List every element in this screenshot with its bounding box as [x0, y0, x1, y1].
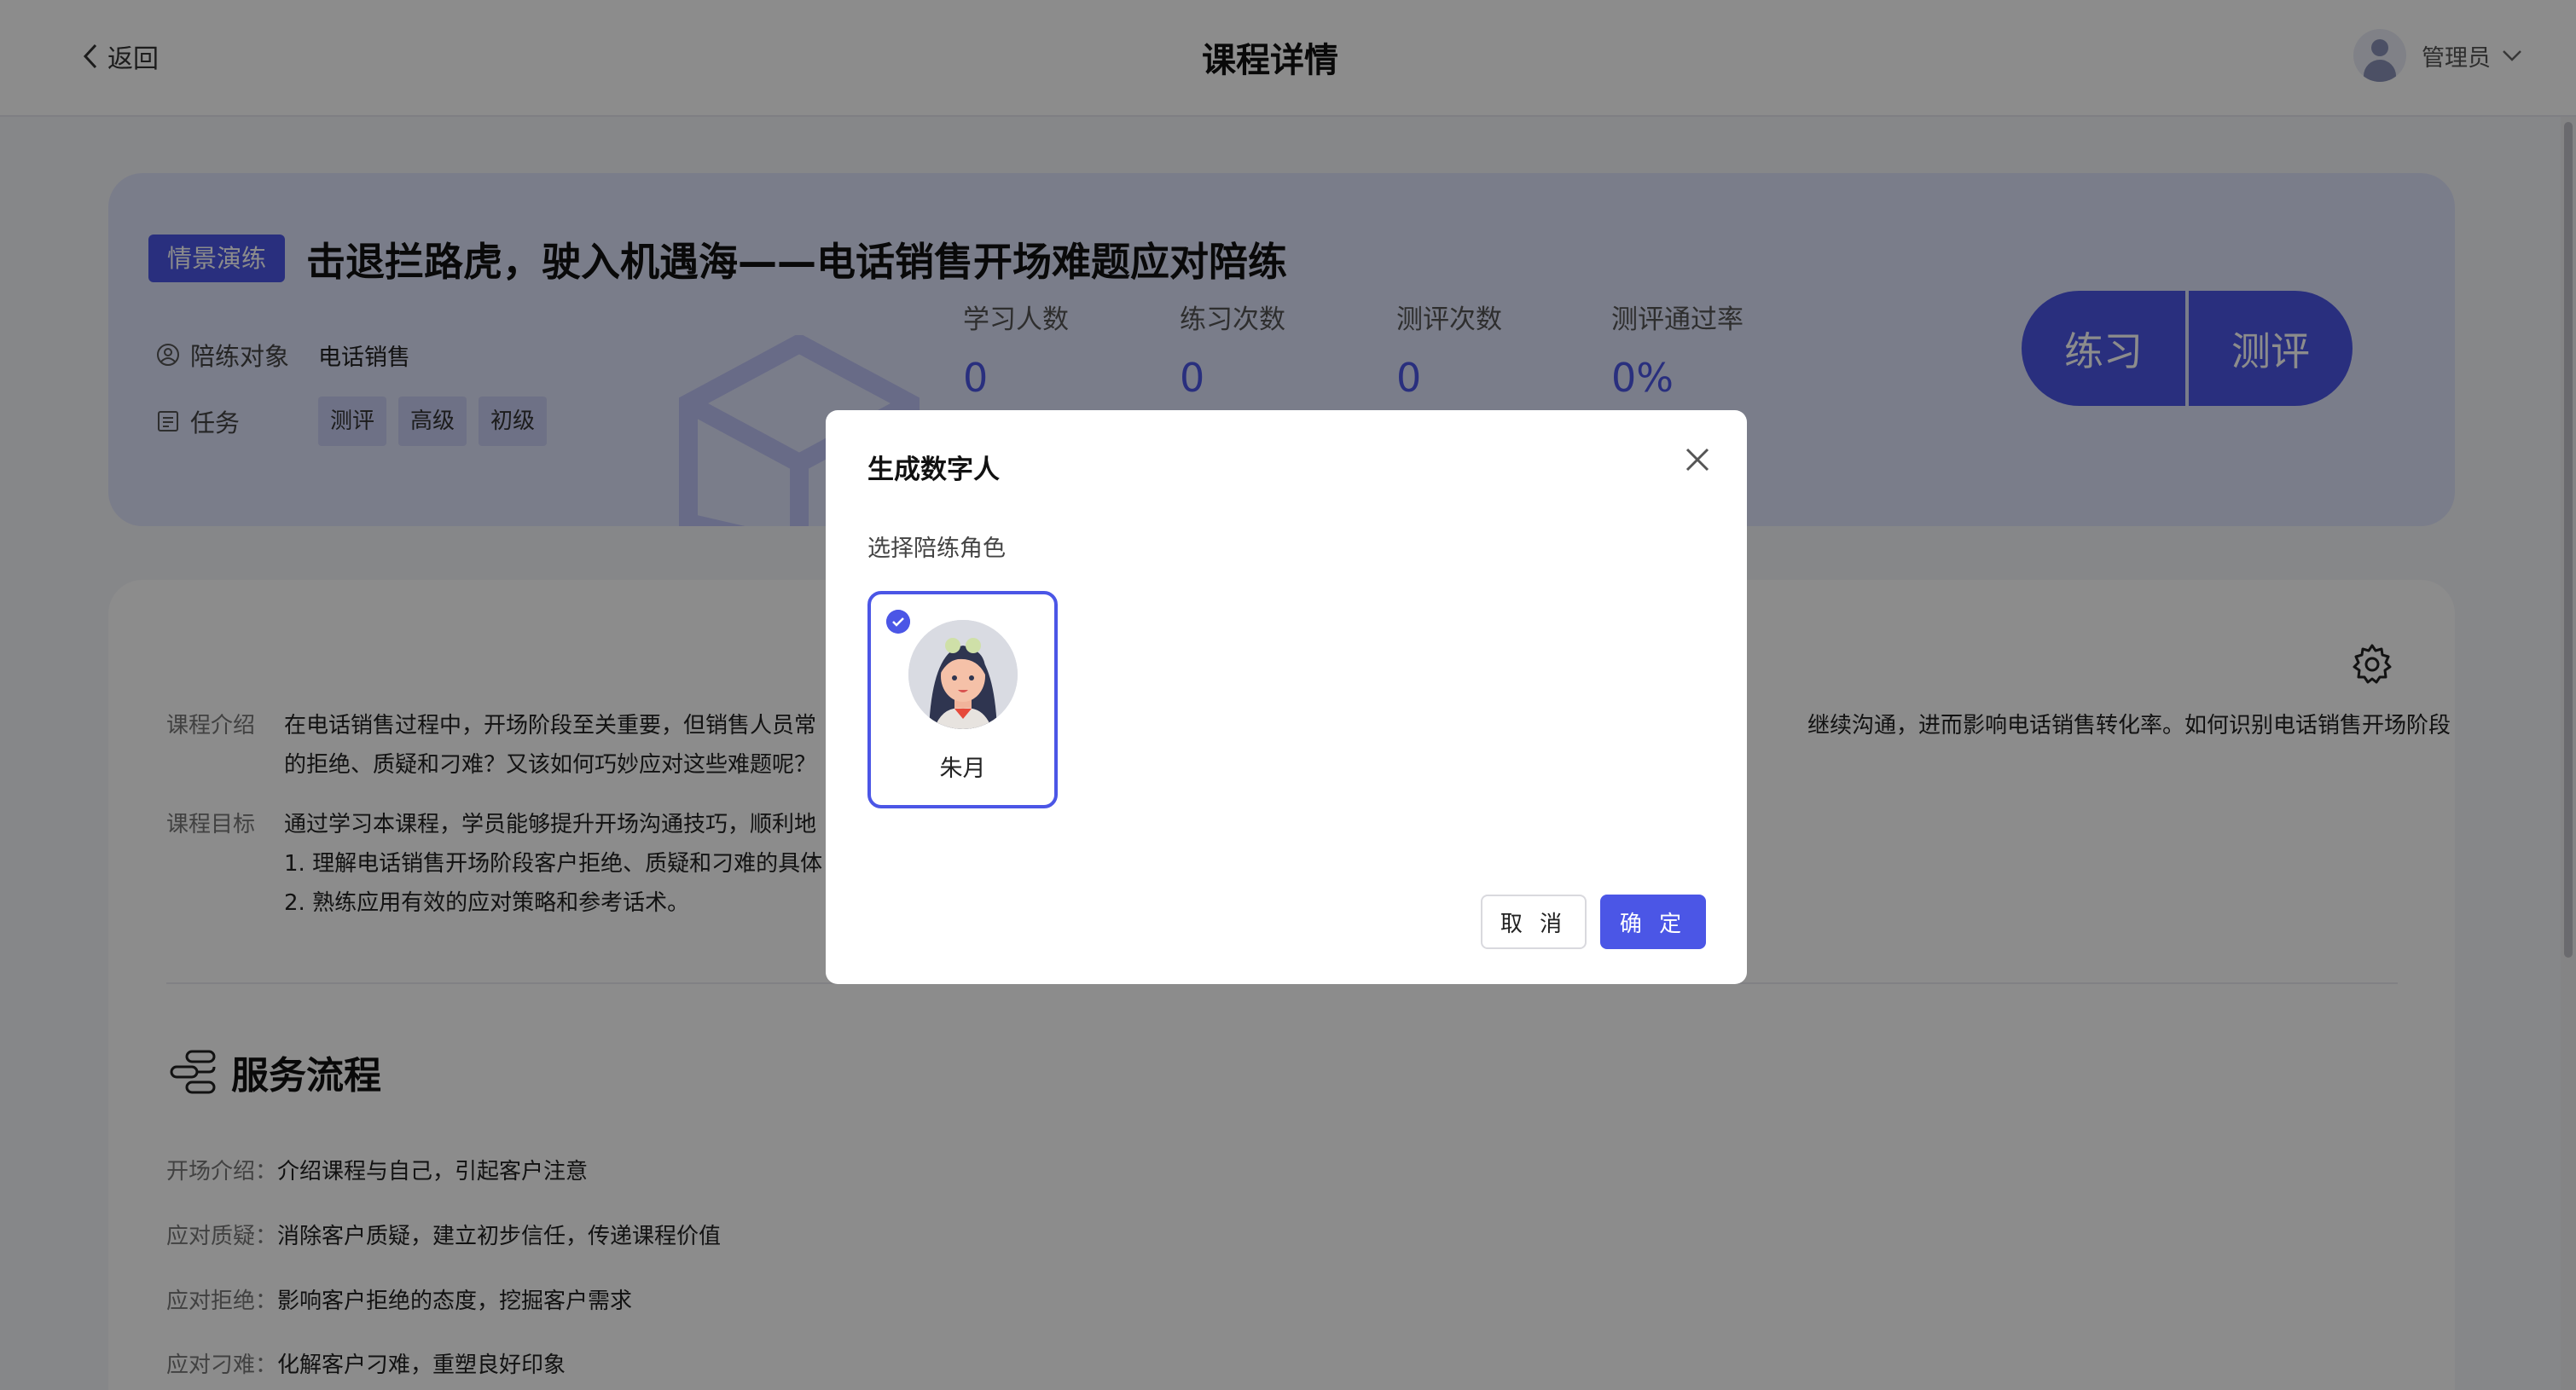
role-avatar	[908, 620, 1018, 729]
dialog-title: 生成数字人	[867, 455, 1000, 485]
confirm-button[interactable]: 确 定	[1600, 895, 1706, 949]
role-card[interactable]: 朱月	[867, 591, 1058, 808]
dialog-subtitle: 选择陪练角色	[867, 536, 1006, 562]
generate-digital-human-dialog: 生成数字人 选择陪练角色 朱月 取 消 确 定	[826, 410, 1747, 984]
cancel-button[interactable]: 取 消	[1481, 895, 1587, 949]
check-icon	[886, 610, 910, 634]
close-icon[interactable]	[1680, 443, 1714, 477]
role-name: 朱月	[939, 756, 986, 782]
